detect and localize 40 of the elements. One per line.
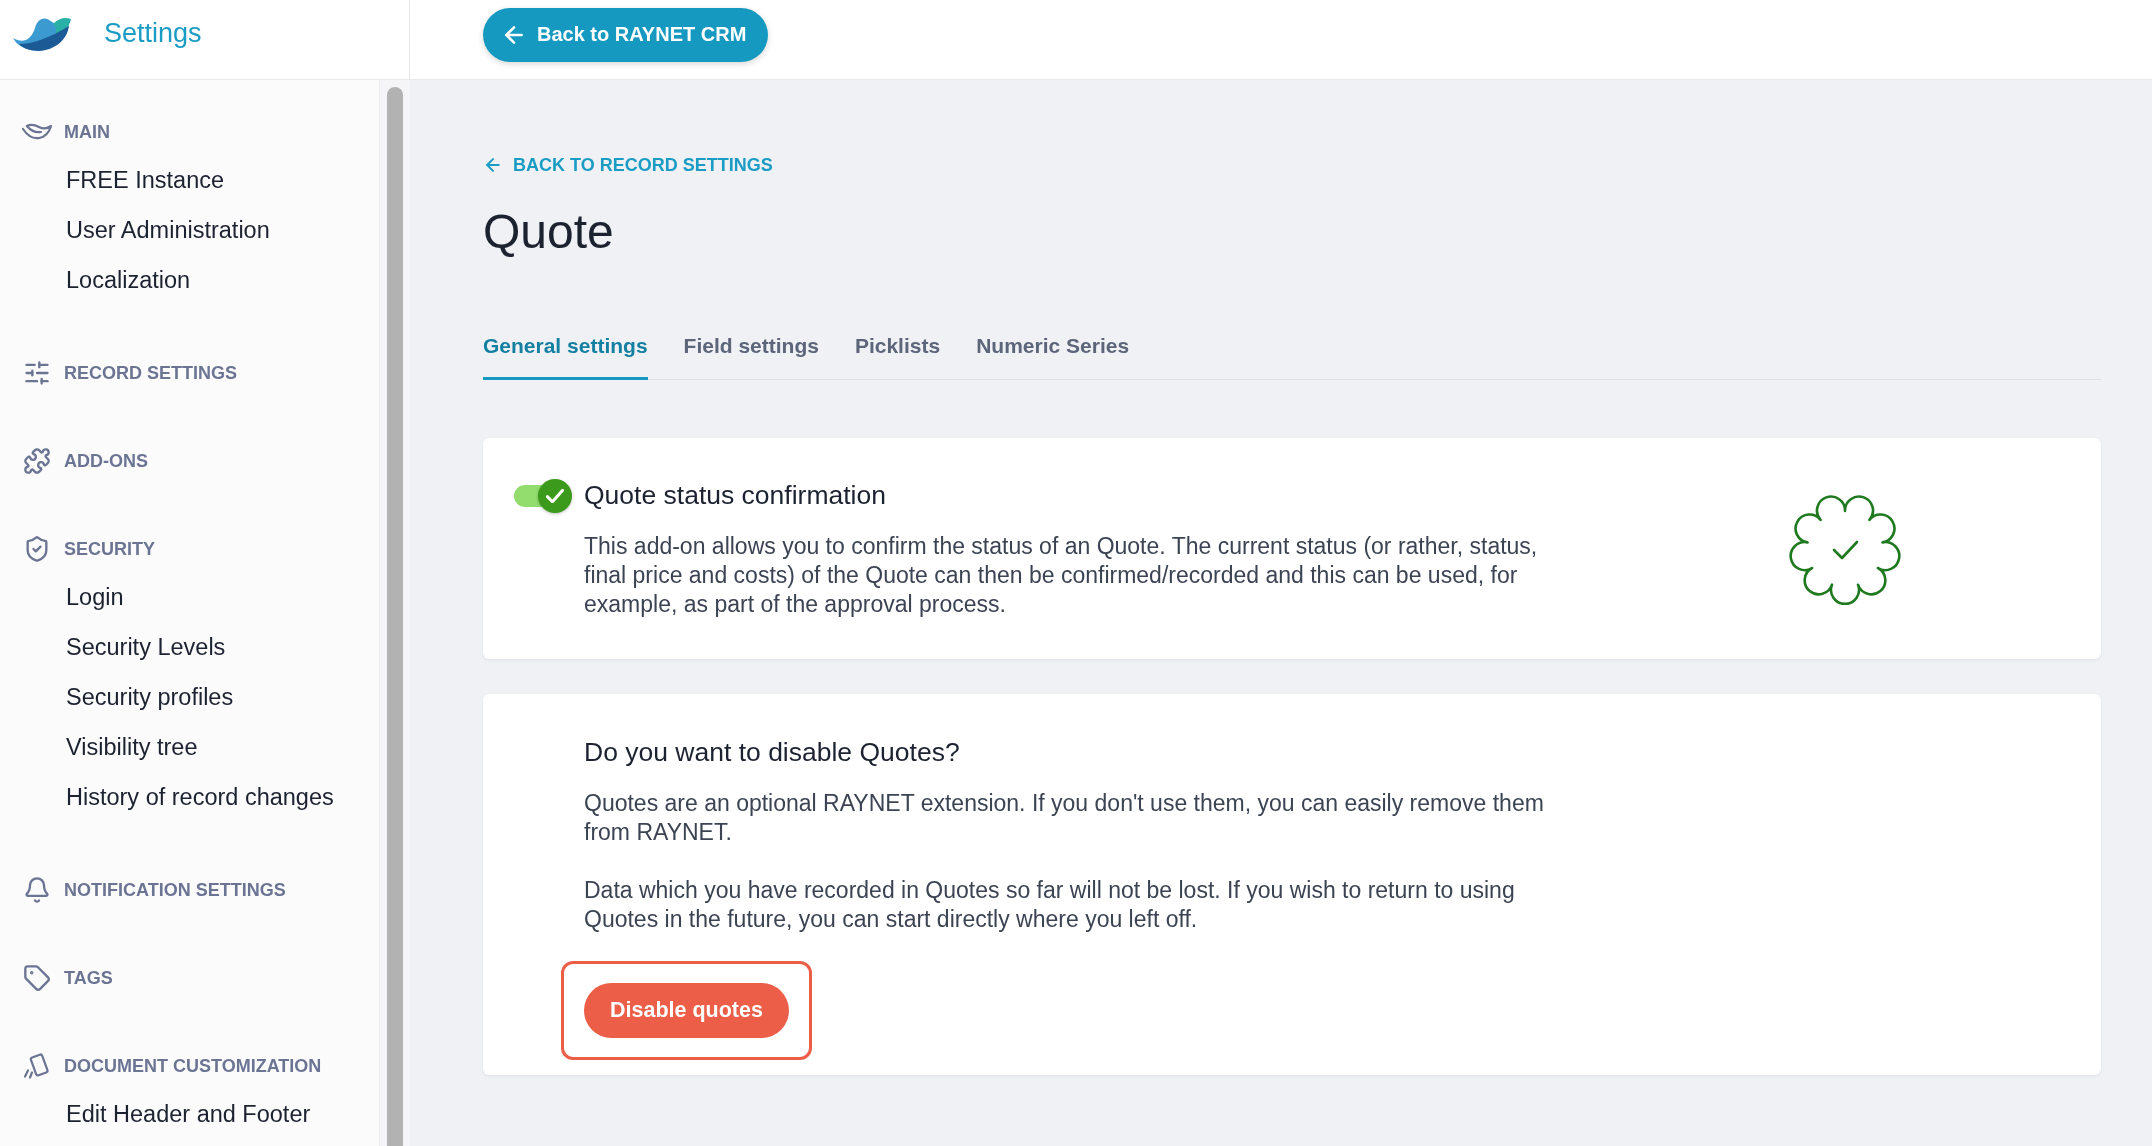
sidebar-link[interactable]: History of record changes — [0, 772, 379, 822]
sidebar-link[interactable]: Security profiles — [0, 672, 379, 722]
page-title: Quote — [483, 204, 615, 260]
section-heading: SECURITY — [64, 538, 155, 560]
section-heading: DOCUMENT CUSTOMIZATION — [64, 1055, 322, 1077]
tab[interactable]: Numeric Series — [976, 321, 1130, 380]
sidebar-link[interactable]: Security Levels — [0, 622, 379, 672]
card-title: Quote status confirmation — [584, 479, 887, 511]
tag-icon — [23, 964, 51, 992]
ray-icon — [22, 122, 52, 142]
badge-check-icon — [1788, 493, 1901, 605]
section-heading[interactable]: TAGS — [64, 967, 113, 989]
card-description: This add-on allows you to confirm the status of an Quote. The current status (or rather, status, final price and costs) of the Quote can then be confirmed/recorded and this can be used, for example, as part of the approval process. — [584, 532, 1539, 619]
sidebar-link[interactable]: Login — [0, 572, 379, 622]
section-heading[interactable]: RECORD SETTINGS — [64, 362, 237, 384]
bell-icon — [23, 876, 51, 904]
section-heading[interactable]: ADD-ONS — [64, 450, 148, 472]
sidebar-link[interactable]: User Administration — [0, 205, 379, 255]
disable-button[interactable]: Disable quotes — [584, 983, 789, 1038]
tab[interactable]: General settings — [483, 321, 648, 380]
puzzle-icon — [23, 447, 51, 475]
sidebar-link[interactable]: Edit Header and Footer — [0, 1089, 379, 1139]
app-title: Settings — [104, 18, 202, 49]
sidebar-link[interactable]: Localization — [0, 255, 379, 305]
scrollbar-thumb[interactable] — [387, 87, 403, 1146]
check-icon — [546, 489, 564, 503]
section-heading[interactable]: NOTIFICATION SETTINGS — [64, 879, 286, 901]
toggle-switch[interactable] — [514, 479, 572, 513]
section-heading: MAIN — [64, 121, 110, 143]
sliders-icon — [23, 359, 51, 387]
back-button[interactable]: Back to RAYNET CRM — [483, 7, 769, 62]
tab[interactable]: Picklists — [854, 321, 941, 380]
card-description: Quotes are an optional RAYNET extension. If you don't use them, you can easily remove them from RAYNET. — [584, 789, 1545, 847]
back-link[interactable]: BACK TO RECORD SETTINGS — [483, 154, 773, 176]
sidebar-link[interactable]: FREE Instance — [0, 155, 379, 205]
tilted-card-icon — [23, 1052, 51, 1080]
sidebar-link[interactable]: Visibility tree — [0, 722, 379, 772]
card-description: Data which you have recorded in Quotes so far will not be lost. If you wish to return to using Quotes in the future, you can start directly where you left off. — [584, 876, 1516, 934]
card-title: Do you want to disable Quotes? — [584, 736, 961, 768]
tab[interactable]: Field settings — [683, 321, 819, 380]
